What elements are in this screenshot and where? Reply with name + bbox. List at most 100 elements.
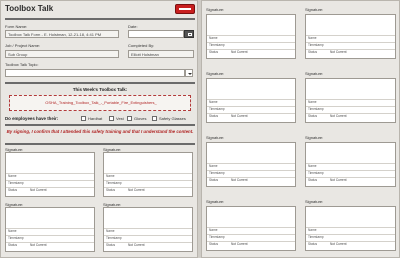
signature-caption: Signature: — [206, 199, 225, 204]
signature-block[interactable]: Name Timestamp Status Not Current — [305, 78, 396, 123]
chevron-down-icon[interactable] — [185, 69, 193, 77]
sig-name-row: Name — [104, 228, 192, 233]
divider — [5, 143, 195, 145]
form-panel: Toolbox Talk Form Name: Toolbox Talk For… — [0, 0, 198, 258]
form-name-field[interactable]: Toolbox Talk Form - E. Holstman, 12-21-1… — [5, 30, 119, 38]
app-window: Toolbox Talk Form Name: Toolbox Talk For… — [0, 0, 400, 258]
sig-name-row: Name — [306, 163, 395, 168]
sig-status-row: Status Not Current — [306, 113, 395, 118]
signature-caption: Signature: — [305, 135, 324, 140]
signature-pad[interactable] — [104, 208, 192, 226]
sig-timestamp-row: Timestamp — [306, 234, 395, 239]
signature-block[interactable]: Name Timestamp Status Not Current — [5, 207, 95, 252]
sig-name-row: Name — [6, 173, 94, 178]
signature-block[interactable]: Name Timestamp Status Not Current — [305, 142, 396, 187]
signature-caption: Signature: — [305, 199, 324, 204]
sig-name-row: Name — [306, 227, 395, 232]
hardhat-checkbox[interactable] — [81, 116, 86, 121]
signature-pad[interactable] — [207, 15, 295, 33]
sig-status-row: Status Not Current — [207, 49, 295, 54]
signature-caption: Signature: — [305, 71, 324, 76]
signature-block[interactable]: Name Timestamp Status Not Current — [206, 14, 296, 59]
vest-checkbox[interactable] — [109, 116, 114, 121]
divider — [5, 124, 195, 126]
sig-status-row: Status Not Current — [6, 187, 94, 192]
signature-block[interactable]: Name Timestamp Status Not Current — [206, 206, 296, 251]
signature-pad[interactable] — [207, 207, 295, 225]
sig-status-row: Status Not Current — [306, 177, 395, 182]
job-label: Job / Project Name: — [5, 43, 41, 48]
sig-name-row: Name — [207, 227, 295, 232]
sig-timestamp-row: Timestamp — [104, 180, 192, 185]
hardhat-label: Hardhat — [88, 115, 103, 121]
divider — [5, 18, 195, 20]
sig-name-row: Name — [306, 99, 395, 104]
calendar-icon[interactable] — [184, 30, 194, 38]
signature-caption: Signature: — [305, 7, 324, 12]
sig-name-row: Name — [6, 228, 94, 233]
signature-block[interactable]: Name Timestamp Status Not Current — [206, 78, 296, 123]
gloves-label: Gloves — [134, 115, 147, 121]
completed-by-label: Completed By: — [128, 43, 155, 48]
date-field[interactable] — [128, 30, 184, 38]
signature-pad[interactable] — [6, 208, 94, 226]
signature-caption: Signature: — [206, 135, 225, 140]
sig-timestamp-row: Timestamp — [207, 42, 295, 47]
safety-glasses-label: Safety Glasses — [159, 115, 186, 121]
sig-status-row: Status Not Current — [104, 187, 192, 192]
sig-status-row: Status Not Current — [6, 242, 94, 247]
signature-pad[interactable] — [104, 153, 192, 171]
title-bar: Toolbox Talk — [1, 1, 199, 19]
signature-pad[interactable] — [207, 143, 295, 161]
signature-pad[interactable] — [306, 207, 395, 225]
signature-block[interactable]: Name Timestamp Status Not Current — [305, 206, 396, 251]
signature-block[interactable]: Name Timestamp Status Not Current — [305, 14, 396, 59]
divider — [5, 82, 195, 84]
signature-pad[interactable] — [6, 153, 94, 171]
signature-pad[interactable] — [306, 143, 395, 161]
sig-name-row: Name — [207, 35, 295, 40]
sig-timestamp-row: Timestamp — [6, 235, 94, 240]
topic-select[interactable] — [5, 69, 185, 77]
sig-timestamp-row: Timestamp — [306, 106, 395, 111]
sig-status-row: Status Not Current — [306, 241, 395, 246]
sig-timestamp-row: Timestamp — [207, 170, 295, 175]
sig-name-row: Name — [306, 35, 395, 40]
signature-pad[interactable] — [306, 15, 395, 33]
sig-status-row: Status Not Current — [306, 49, 395, 54]
signature-block[interactable]: Name Timestamp Status Not Current — [206, 142, 296, 187]
signature-pad[interactable] — [306, 79, 395, 97]
gloves-checkbox[interactable] — [127, 116, 132, 121]
topic-label: Toolbox Talk Topic: — [5, 62, 39, 67]
sig-timestamp-row: Timestamp — [6, 180, 94, 185]
signatures-panel: Signature: Name Timestamp Status Not Curr… — [201, 0, 400, 258]
signature-pad[interactable] — [207, 79, 295, 97]
week-talk-link[interactable]: OSHA_Training_Toolbox_Talk_-_Portable_Fi… — [10, 100, 192, 105]
confirmation-text: By signing, I confirm that I attended th… — [6, 129, 194, 134]
signature-block[interactable]: Name Timestamp Status Not Current — [5, 152, 95, 197]
form-name-label: Form Name: — [5, 24, 28, 29]
safety-glasses-checkbox[interactable] — [152, 116, 157, 121]
sig-timestamp-row: Timestamp — [104, 235, 192, 240]
sig-timestamp-row: Timestamp — [207, 234, 295, 239]
signature-block[interactable]: Name Timestamp Status Not Current — [103, 207, 193, 252]
sig-name-row: Name — [104, 173, 192, 178]
sig-timestamp-row: Timestamp — [306, 170, 395, 175]
sig-timestamp-row: Timestamp — [207, 106, 295, 111]
sig-status-row: Status Not Current — [104, 242, 192, 247]
app-title: Toolbox Talk — [5, 4, 54, 13]
signature-block[interactable]: Name Timestamp Status Not Current — [103, 152, 193, 197]
signature-caption: Signature: — [206, 7, 225, 12]
sig-name-row: Name — [207, 99, 295, 104]
week-talk-box: OSHA_Training_Toolbox_Talk_-_Portable_Fi… — [9, 95, 191, 111]
sig-status-row: Status Not Current — [207, 177, 295, 182]
job-field[interactable]: Sub Group — [5, 50, 119, 58]
completed-by-field[interactable]: Elliott Holstman — [128, 50, 194, 58]
sig-name-row: Name — [207, 163, 295, 168]
week-title: This Week's Toolbox Talk: — [72, 87, 128, 92]
signature-caption: Signature: — [206, 71, 225, 76]
sig-status-row: Status Not Current — [207, 113, 295, 118]
sig-timestamp-row: Timestamp — [306, 42, 395, 47]
brand-logo-icon — [175, 4, 195, 14]
ppe-label: Do employees have their: — [5, 116, 59, 121]
